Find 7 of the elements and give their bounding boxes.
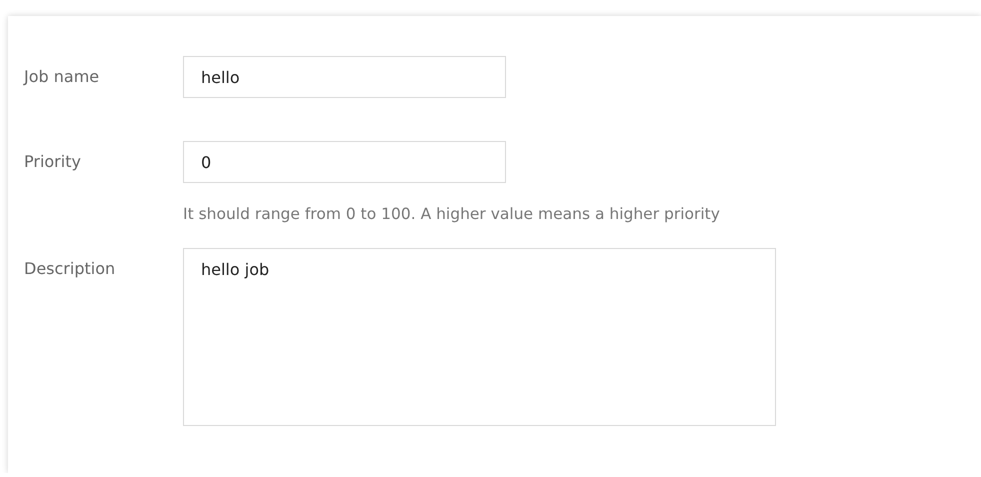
input-field[interactable]: 0	[183, 141, 506, 183]
text-area[interactable]: hello job	[183, 248, 776, 426]
hint-text: It should range from 0 to 100. A higher value means a higher priority	[183, 205, 721, 223]
field-label: Job name	[24, 66, 100, 86]
field-label: Priority	[24, 151, 82, 171]
field-label: Description	[24, 258, 116, 278]
input-field[interactable]: hello	[183, 56, 506, 98]
